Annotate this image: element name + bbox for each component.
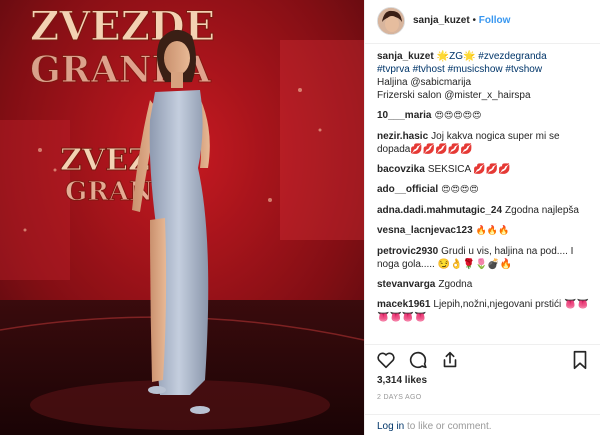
comment-text: Zgodna najlepša (505, 205, 579, 216)
likes-count[interactable]: 3,314 likes (377, 375, 427, 386)
comment-text: Zgodna (438, 279, 473, 290)
post-header: sanja_kuzet • Follow (365, 0, 600, 44)
caption-username[interactable]: sanja_kuzet (377, 51, 434, 62)
comment-item: 10___maria 😍😍😍😍😍 (377, 109, 593, 123)
caption-line-4: Frizerski salon @mister_x_hairspa (377, 90, 531, 101)
caption: sanja_kuzet 🌟ZG🌟 #zvezdegranda #tvprva #t… (377, 50, 593, 102)
avatar-image (378, 8, 404, 34)
comment-username[interactable]: bacovzika (377, 164, 425, 175)
comment-item: adna.dadi.mahmutagic_24 Zgodna najlepša (377, 204, 593, 217)
comment-item: stevanvarga Zgodna (377, 278, 593, 291)
bookmark-icon[interactable] (569, 349, 591, 371)
comment-username[interactable]: adna.dadi.mahmutagic_24 (377, 205, 502, 216)
comment-text: SEKSICA 💋💋💋 (427, 164, 511, 175)
login-prompt: Log in to like or comment. (377, 421, 492, 432)
post-actions: 3,314 likes 2 DAYS AGO Log in to like or… (365, 344, 600, 435)
caption-line-2[interactable]: #tvprva #tvhost #musicshow #tvshow (377, 63, 593, 76)
comment-username[interactable]: ado__official (377, 184, 438, 195)
comment-item: macek1961 Ljepih,nožni,njegovani prstići … (377, 298, 593, 324)
comment-username[interactable]: vesna_lacnjevac123 (377, 225, 473, 236)
post-time[interactable]: 2 DAYS AGO (377, 394, 422, 401)
comment-text: 😍😍😍😍 (441, 185, 479, 195)
comment-text: 🔥🔥🔥 (475, 226, 510, 236)
avatar[interactable] (377, 7, 405, 35)
comment-item: nezir.hasic Joj kakva nogica super mi se … (377, 130, 593, 156)
comment-text: 😍😍😍😍😍 (434, 111, 482, 121)
comment-item: vesna_lacnjevac123 🔥🔥🔥 (377, 224, 593, 238)
comments-list: sanja_kuzet 🌟ZG🌟 #zvezdegranda #tvprva #t… (377, 50, 593, 331)
comment-item: petrovic2930 Grudi u vis, haljina na pod.… (377, 245, 593, 271)
post-photo[interactable]: ZVEZDE GRANDA ZVEZDE GRANDA (0, 0, 364, 435)
caption-line-1[interactable]: 🌟ZG🌟 #zvezdegranda (437, 51, 547, 62)
comment-username[interactable]: 10___maria (377, 110, 432, 121)
login-text: to like or comment. (404, 421, 492, 432)
heart-icon[interactable] (375, 349, 397, 371)
comment-item: bacovzika SEKSICA 💋💋💋 (377, 163, 593, 176)
author-username[interactable]: sanja_kuzet (413, 15, 470, 26)
comment-username[interactable]: nezir.hasic (377, 131, 428, 142)
follow-button[interactable]: Follow (479, 15, 511, 26)
share-icon[interactable] (439, 349, 461, 371)
comment-icon[interactable] (407, 349, 429, 371)
caption-line-3: Haljina @sabicmarija (377, 77, 472, 88)
comment-username[interactable]: petrovic2930 (377, 246, 438, 257)
comment-item: ado__official 😍😍😍😍 (377, 183, 593, 197)
login-link[interactable]: Log in (377, 421, 404, 432)
login-bar: Log in to like or comment. (365, 414, 600, 435)
post-sidebar: sanja_kuzet • Follow sanja_kuzet 🌟ZG🌟 #zv… (364, 0, 600, 435)
comment-username[interactable]: macek1961 (377, 299, 430, 310)
comment-username[interactable]: stevanvarga (377, 279, 435, 290)
author-line: sanja_kuzet • Follow (413, 15, 510, 26)
author-separator: • (472, 15, 476, 26)
photo-image: ZVEZDE GRANDA ZVEZDE GRANDA (0, 0, 364, 435)
